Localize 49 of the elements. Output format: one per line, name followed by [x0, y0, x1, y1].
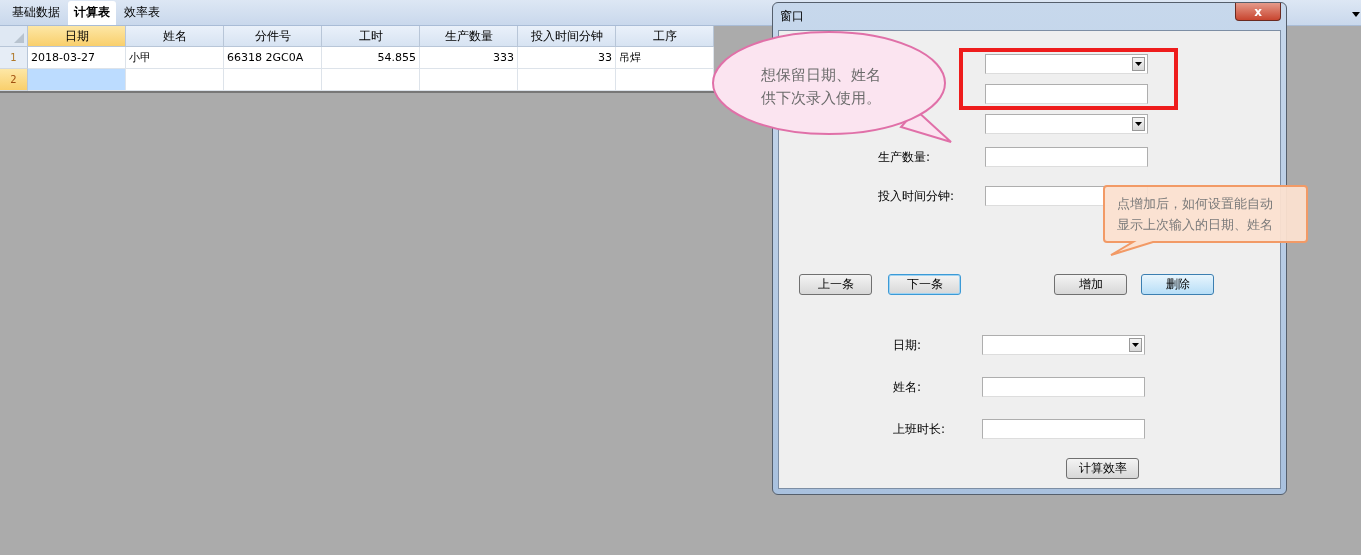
sheet-tab[interactable]: 基础数据 — [6, 1, 66, 25]
column-header[interactable]: 日期 — [28, 26, 126, 47]
sheet-tab[interactable]: 计算表 — [68, 1, 116, 25]
column-header[interactable]: 生产数量 — [420, 26, 518, 47]
input-field[interactable] — [982, 419, 1145, 439]
dropdown-button[interactable] — [1129, 338, 1142, 352]
table-cell[interactable]: 54.855 — [322, 47, 420, 69]
table-cell[interactable] — [28, 69, 126, 91]
table-cell[interactable]: 33 — [518, 47, 616, 69]
field-label: 姓名: — [893, 378, 922, 396]
table-cell[interactable]: 小甲 — [126, 47, 224, 69]
table-cell[interactable] — [224, 69, 322, 91]
dropdown-button[interactable] — [1132, 117, 1145, 131]
action-button[interactable]: 增加 — [1054, 274, 1127, 295]
field-label: 生产数量: — [878, 148, 931, 166]
column-header[interactable]: 工序 — [616, 26, 714, 47]
field-label: 上班时长: — [893, 420, 946, 438]
nav-button[interactable]: 上一条 — [799, 274, 872, 295]
select-all-corner[interactable] — [0, 26, 28, 47]
sheet-tab[interactable]: 效率表 — [118, 1, 166, 25]
callout-text: 想保留日期、姓名 供下次录入使用。 — [761, 65, 881, 109]
column-header[interactable]: 投入时间分钟 — [518, 26, 616, 47]
calculate-button[interactable]: 计算效率 — [1066, 458, 1139, 479]
input-field[interactable] — [985, 147, 1148, 167]
table-cell[interactable]: 66318 2GC0A — [224, 47, 322, 69]
nav-button[interactable]: 下一条 — [888, 274, 961, 295]
caret-icon — [1135, 122, 1142, 126]
table-cell[interactable] — [518, 69, 616, 91]
input-field[interactable] — [982, 377, 1145, 397]
corner-triangle-icon — [14, 33, 24, 43]
caret-icon — [1132, 343, 1139, 347]
table-cell[interactable] — [322, 69, 420, 91]
column-header[interactable]: 姓名 — [126, 26, 224, 47]
row-header[interactable]: 2 — [0, 69, 28, 91]
callout-text: 点增加后，如何设置能自动 显示上次输入的日期、姓名 — [1117, 195, 1273, 234]
column-header[interactable]: 工时 — [322, 26, 420, 47]
field-label: 投入时间分钟: — [878, 187, 955, 205]
caret-icon — [1135, 62, 1142, 66]
field-label: 日期: — [893, 336, 922, 354]
caret-icon[interactable] — [1352, 12, 1360, 17]
table-cell[interactable] — [420, 69, 518, 91]
input-field[interactable] — [985, 84, 1148, 104]
table-cell[interactable] — [126, 69, 224, 91]
column-header[interactable]: 分件号 — [224, 26, 322, 47]
action-button[interactable]: 删除 — [1141, 274, 1214, 295]
window-title: 窗口 — [780, 8, 804, 25]
table-cell[interactable]: 333 — [420, 47, 518, 69]
dropdown-button[interactable] — [1132, 57, 1145, 71]
table-cell[interactable]: 吊焊 — [616, 47, 714, 69]
